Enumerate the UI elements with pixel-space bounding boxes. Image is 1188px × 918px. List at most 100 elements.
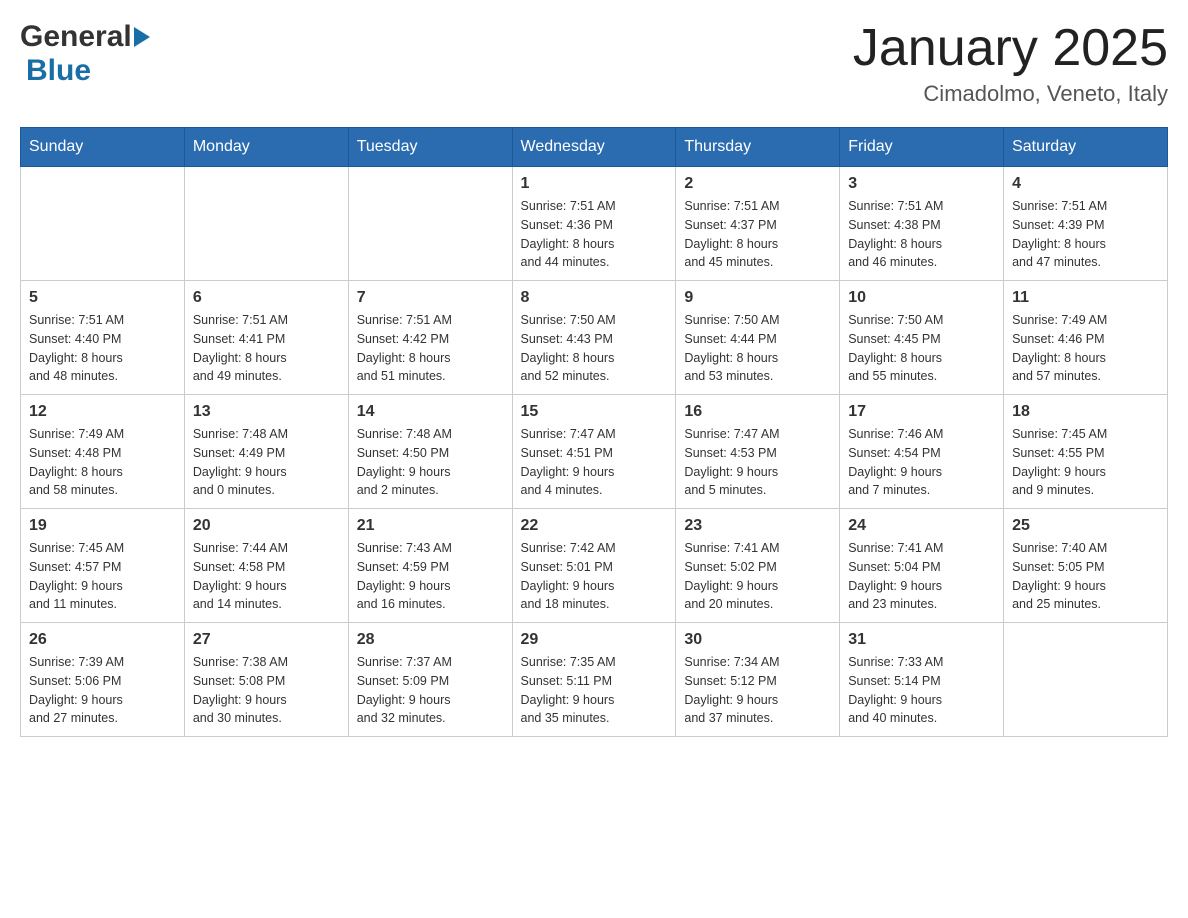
calendar-cell: 20Sunrise: 7:44 AM Sunset: 4:58 PM Dayli… <box>184 509 348 623</box>
header-tuesday: Tuesday <box>348 128 512 167</box>
day-number: 6 <box>193 289 340 307</box>
calendar-cell: 11 Sunrise: 7:49 AM Sunset: 4:46 PM Dayli… <box>1004 281 1168 395</box>
day-info: Sunrise: 7:45 AM Sunset: 4:57 PM Dayligh… <box>29 539 176 614</box>
day-info: Sunrise: 7:47 AM Sunset: 4:51 PM Dayligh… <box>521 425 668 500</box>
day-info: Sunrise: 7:50 AM Sunset: 4:44 PM Dayligh… <box>684 311 831 386</box>
calendar-week-row: 19Sunrise: 7:45 AM Sunset: 4:57 PM Dayli… <box>21 509 1168 623</box>
day-number: 22 <box>521 517 668 535</box>
title-section: January 2025 Cimadolmo, Veneto, Italy <box>853 20 1168 107</box>
logo-blue-text: Blue <box>26 54 91 87</box>
day-info: Sunrise: 7:40 AM Sunset: 5:05 PM Dayligh… <box>1012 539 1159 614</box>
calendar-cell: 6 Sunrise: 7:51 AM Sunset: 4:41 PM Daylig… <box>184 281 348 395</box>
day-info: Sunrise: 7:50 AM Sunset: 4:43 PM Dayligh… <box>521 311 668 386</box>
day-info: Sunrise: 7:51 AM Sunset: 4:41 PM Dayligh… <box>193 311 340 386</box>
day-number: 26 <box>29 631 176 649</box>
calendar-cell: 29 Sunrise: 7:35 AM Sunset: 5:11 PM Dayli… <box>512 623 676 737</box>
header-friday: Friday <box>840 128 1004 167</box>
calendar-week-row: 1Sunrise: 7:51 AM Sunset: 4:36 PM Daylig… <box>21 167 1168 281</box>
calendar-cell: 9 Sunrise: 7:50 AM Sunset: 4:44 PM Daylig… <box>676 281 840 395</box>
day-info: Sunrise: 7:51 AM Sunset: 4:39 PM Dayligh… <box>1012 197 1159 272</box>
calendar-cell: 1Sunrise: 7:51 AM Sunset: 4:36 PM Daylig… <box>512 167 676 281</box>
calendar-cell: 14 Sunrise: 7:48 AM Sunset: 4:50 PM Dayli… <box>348 395 512 509</box>
calendar-cell: 30Sunrise: 7:34 AM Sunset: 5:12 PM Dayli… <box>676 623 840 737</box>
calendar-cell: 5 Sunrise: 7:51 AM Sunset: 4:40 PM Daylig… <box>21 281 185 395</box>
calendar-table: SundayMondayTuesdayWednesdayThursdayFrid… <box>20 127 1168 737</box>
day-info: Sunrise: 7:41 AM Sunset: 5:02 PM Dayligh… <box>684 539 831 614</box>
calendar-week-row: 12 Sunrise: 7:49 AM Sunset: 4:48 PM Dayli… <box>21 395 1168 509</box>
calendar-cell: 27Sunrise: 7:38 AM Sunset: 5:08 PM Dayli… <box>184 623 348 737</box>
day-info: Sunrise: 7:35 AM Sunset: 5:11 PM Dayligh… <box>521 653 668 728</box>
day-number: 14 <box>357 403 504 421</box>
day-number: 12 <box>29 403 176 421</box>
day-number: 30 <box>684 631 831 649</box>
day-number: 23 <box>684 517 831 535</box>
day-number: 11 <box>1012 289 1159 307</box>
day-number: 8 <box>521 289 668 307</box>
day-number: 31 <box>848 631 995 649</box>
day-number: 29 <box>521 631 668 649</box>
calendar-cell: 7Sunrise: 7:51 AM Sunset: 4:42 PM Daylig… <box>348 281 512 395</box>
day-info: Sunrise: 7:37 AM Sunset: 5:09 PM Dayligh… <box>357 653 504 728</box>
calendar-cell: 4 Sunrise: 7:51 AM Sunset: 4:39 PM Daylig… <box>1004 167 1168 281</box>
calendar-cell: 10 Sunrise: 7:50 AM Sunset: 4:45 PM Dayli… <box>840 281 1004 395</box>
header-wednesday: Wednesday <box>512 128 676 167</box>
calendar-cell: 3 Sunrise: 7:51 AM Sunset: 4:38 PM Daylig… <box>840 167 1004 281</box>
day-info: Sunrise: 7:33 AM Sunset: 5:14 PM Dayligh… <box>848 653 995 728</box>
month-title: January 2025 <box>853 20 1168 77</box>
day-number: 9 <box>684 289 831 307</box>
calendar-cell: 22Sunrise: 7:42 AM Sunset: 5:01 PM Dayli… <box>512 509 676 623</box>
day-number: 28 <box>357 631 504 649</box>
day-number: 25 <box>1012 517 1159 535</box>
day-number: 4 <box>1012 175 1159 193</box>
day-info: Sunrise: 7:47 AM Sunset: 4:53 PM Dayligh… <box>684 425 831 500</box>
calendar-cell: 25 Sunrise: 7:40 AM Sunset: 5:05 PM Dayli… <box>1004 509 1168 623</box>
calendar-cell: 15 Sunrise: 7:47 AM Sunset: 4:51 PM Dayli… <box>512 395 676 509</box>
logo-general-text: General <box>20 20 132 54</box>
calendar-cell: 16 Sunrise: 7:47 AM Sunset: 4:53 PM Dayli… <box>676 395 840 509</box>
day-info: Sunrise: 7:38 AM Sunset: 5:08 PM Dayligh… <box>193 653 340 728</box>
day-number: 10 <box>848 289 995 307</box>
day-info: Sunrise: 7:51 AM Sunset: 4:36 PM Dayligh… <box>521 197 668 272</box>
day-info: Sunrise: 7:43 AM Sunset: 4:59 PM Dayligh… <box>357 539 504 614</box>
header-monday: Monday <box>184 128 348 167</box>
calendar-header-row: SundayMondayTuesdayWednesdayThursdayFrid… <box>21 128 1168 167</box>
logo-arrow-icon <box>134 27 150 47</box>
calendar-cell: 2Sunrise: 7:51 AM Sunset: 4:37 PM Daylig… <box>676 167 840 281</box>
location-text: Cimadolmo, Veneto, Italy <box>853 81 1168 107</box>
day-info: Sunrise: 7:51 AM Sunset: 4:37 PM Dayligh… <box>684 197 831 272</box>
calendar-cell: 28 Sunrise: 7:37 AM Sunset: 5:09 PM Dayli… <box>348 623 512 737</box>
day-info: Sunrise: 7:50 AM Sunset: 4:45 PM Dayligh… <box>848 311 995 386</box>
calendar-cell: 13 Sunrise: 7:48 AM Sunset: 4:49 PM Dayli… <box>184 395 348 509</box>
day-number: 15 <box>521 403 668 421</box>
calendar-week-row: 5 Sunrise: 7:51 AM Sunset: 4:40 PM Daylig… <box>21 281 1168 395</box>
calendar-cell: 26 Sunrise: 7:39 AM Sunset: 5:06 PM Dayli… <box>21 623 185 737</box>
day-number: 21 <box>357 517 504 535</box>
day-number: 7 <box>357 289 504 307</box>
day-info: Sunrise: 7:49 AM Sunset: 4:46 PM Dayligh… <box>1012 311 1159 386</box>
header-sunday: Sunday <box>21 128 185 167</box>
day-info: Sunrise: 7:51 AM Sunset: 4:38 PM Dayligh… <box>848 197 995 272</box>
day-info: Sunrise: 7:39 AM Sunset: 5:06 PM Dayligh… <box>29 653 176 728</box>
day-number: 5 <box>29 289 176 307</box>
calendar-cell: 18Sunrise: 7:45 AM Sunset: 4:55 PM Dayli… <box>1004 395 1168 509</box>
day-info: Sunrise: 7:46 AM Sunset: 4:54 PM Dayligh… <box>848 425 995 500</box>
day-info: Sunrise: 7:48 AM Sunset: 4:50 PM Dayligh… <box>357 425 504 500</box>
day-number: 17 <box>848 403 995 421</box>
day-number: 3 <box>848 175 995 193</box>
day-number: 18 <box>1012 403 1159 421</box>
day-info: Sunrise: 7:51 AM Sunset: 4:40 PM Dayligh… <box>29 311 176 386</box>
day-number: 20 <box>193 517 340 535</box>
day-number: 13 <box>193 403 340 421</box>
calendar-cell <box>21 167 185 281</box>
day-number: 16 <box>684 403 831 421</box>
calendar-week-row: 26 Sunrise: 7:39 AM Sunset: 5:06 PM Dayli… <box>21 623 1168 737</box>
calendar-cell: 21 Sunrise: 7:43 AM Sunset: 4:59 PM Dayli… <box>348 509 512 623</box>
logo: General Blue <box>20 20 150 88</box>
calendar-cell: 31 Sunrise: 7:33 AM Sunset: 5:14 PM Dayli… <box>840 623 1004 737</box>
calendar-cell: 12 Sunrise: 7:49 AM Sunset: 4:48 PM Dayli… <box>21 395 185 509</box>
calendar-cell <box>1004 623 1168 737</box>
calendar-cell <box>348 167 512 281</box>
header-saturday: Saturday <box>1004 128 1168 167</box>
day-info: Sunrise: 7:49 AM Sunset: 4:48 PM Dayligh… <box>29 425 176 500</box>
day-info: Sunrise: 7:48 AM Sunset: 4:49 PM Dayligh… <box>193 425 340 500</box>
